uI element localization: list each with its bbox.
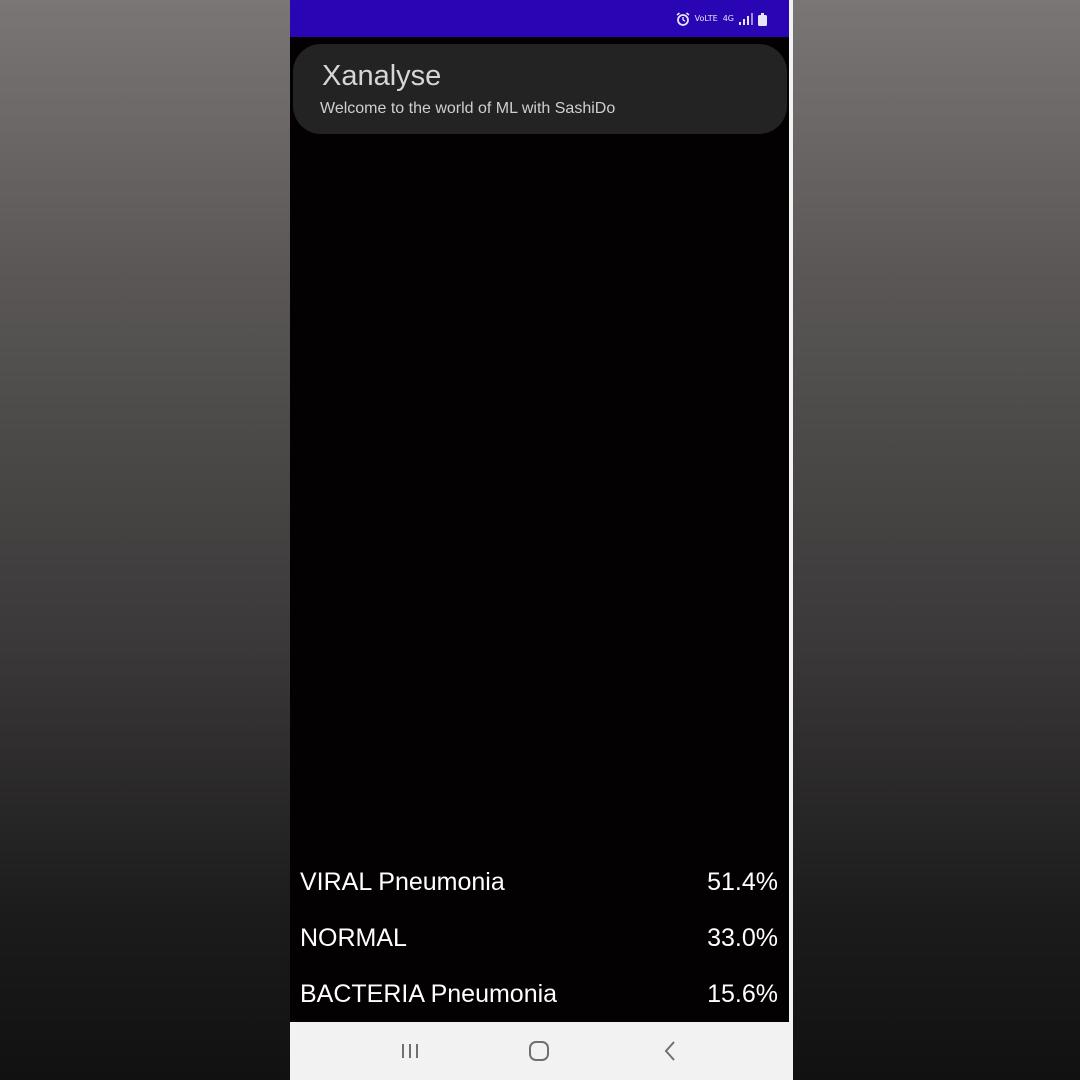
home-button[interactable] — [509, 1022, 569, 1080]
phone-screen: VoLTE 4G Xanalyse Welcome to the world o… — [290, 0, 793, 1080]
screen-edge — [789, 0, 793, 1022]
4g-icon: 4G — [722, 14, 734, 23]
result-value: 51.4% — [707, 868, 778, 896]
result-label: NORMAL — [300, 924, 407, 952]
recent-apps-button[interactable] — [380, 1022, 440, 1080]
app-title: Xanalyse — [322, 60, 442, 92]
status-icons: VoLTE 4G — [676, 10, 767, 28]
back-icon — [663, 1040, 677, 1062]
home-icon — [528, 1040, 550, 1062]
volte-icon: VoLTE — [694, 14, 718, 23]
result-value: 33.0% — [707, 924, 778, 952]
battery-icon — [758, 12, 767, 26]
result-label: BACTERIA Pneumonia — [300, 980, 558, 1008]
recent-apps-icon — [400, 1042, 420, 1060]
back-button[interactable] — [640, 1022, 700, 1080]
prediction-results: VIRAL Pneumonia 51.4% NORMAL 33.0% BACTE… — [300, 862, 778, 1030]
navigation-bar — [290, 1022, 793, 1080]
signal-icon — [739, 13, 753, 25]
result-row-viral: VIRAL Pneumonia 51.4% — [300, 862, 778, 918]
result-row-normal: NORMAL 33.0% — [300, 918, 778, 974]
alarm-icon — [676, 12, 690, 26]
result-value: 15.6% — [707, 980, 778, 1008]
app-header-card: Xanalyse Welcome to the world of ML with… — [293, 44, 787, 134]
app-subtitle: Welcome to the world of ML with SashiDo — [320, 100, 616, 117]
result-label: VIRAL Pneumonia — [300, 868, 505, 896]
status-bar: VoLTE 4G — [290, 0, 793, 37]
